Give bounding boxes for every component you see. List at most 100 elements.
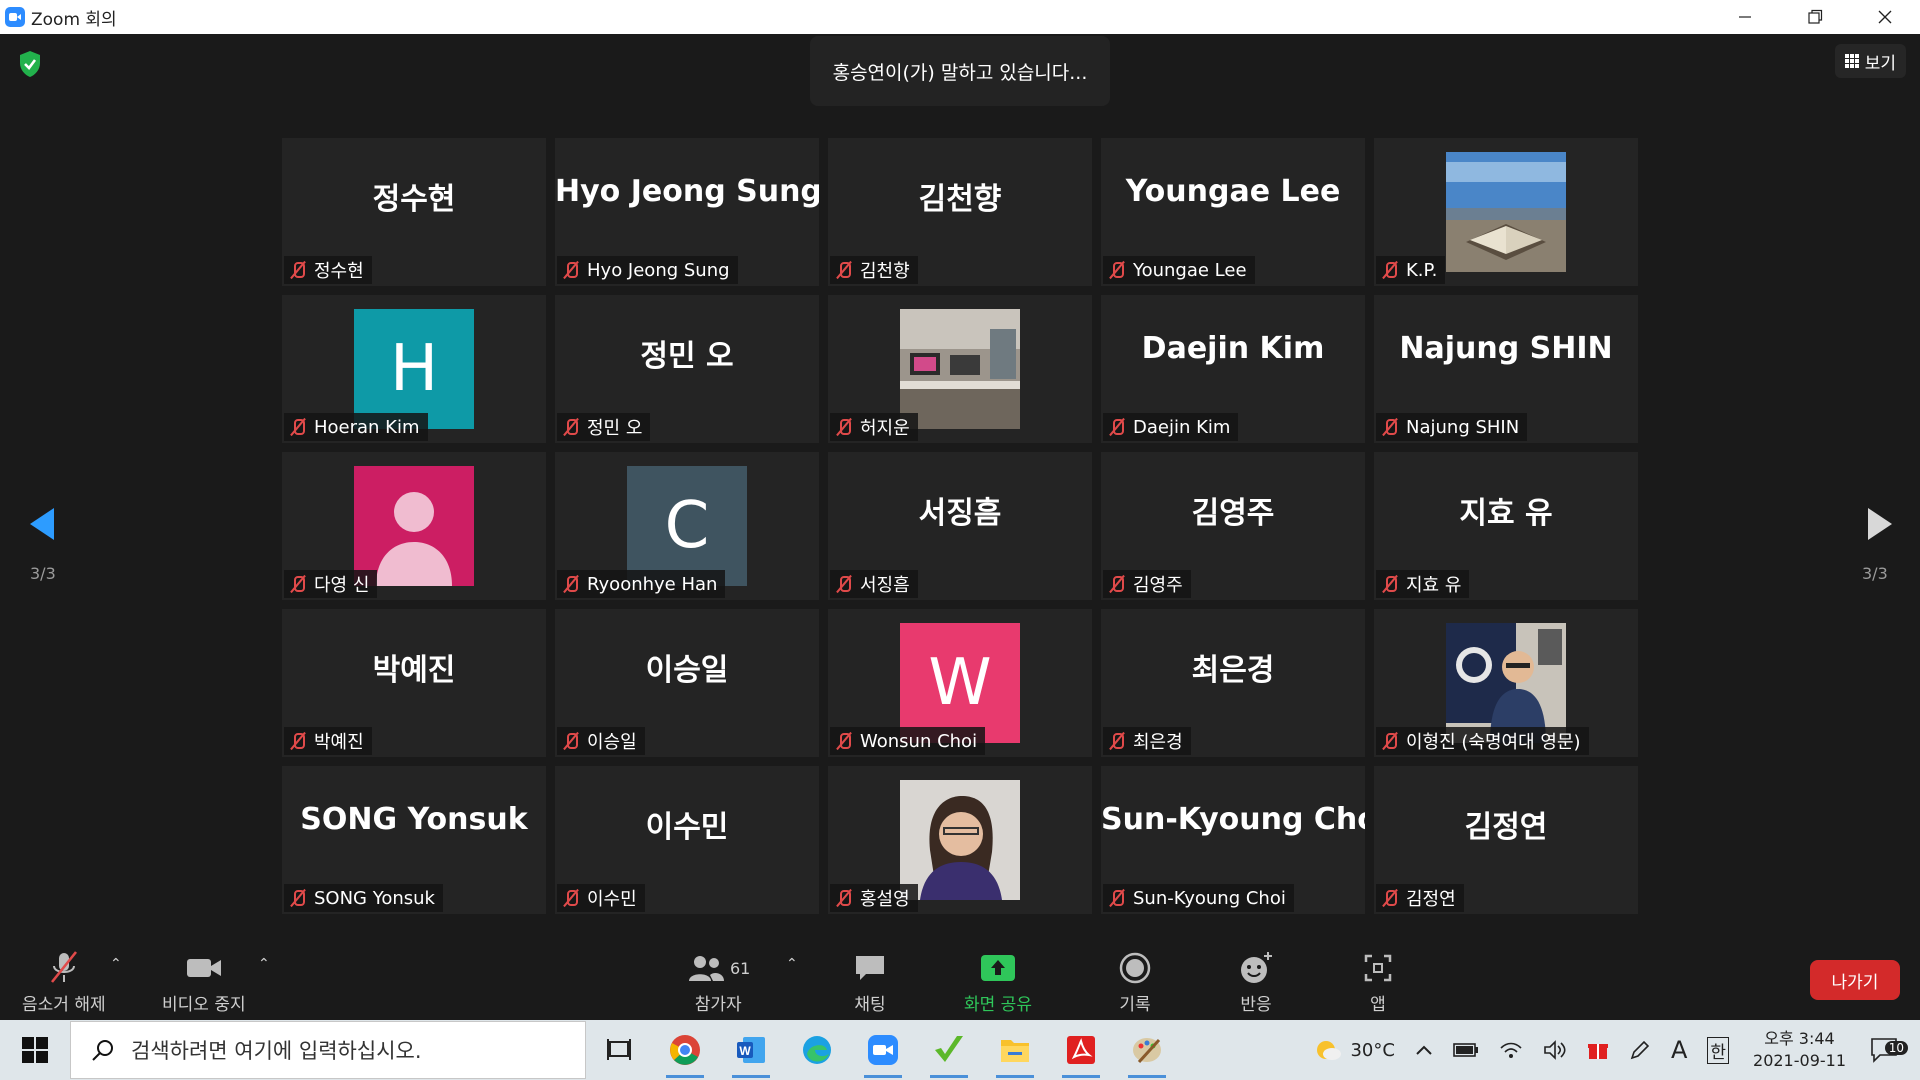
participant-display-name: Sun-Kyoung Choi [1101, 802, 1365, 837]
battery-button[interactable] [1443, 1042, 1489, 1058]
participant-name: 이수민 [587, 889, 637, 910]
participant-tile[interactable]: 이수민 이수민 [555, 766, 819, 914]
participant-tile[interactable]: 홍설영 [828, 766, 1092, 914]
pen-button[interactable] [1619, 1039, 1661, 1061]
mic-muted-icon [1107, 731, 1127, 751]
chat-button[interactable]: 채팅 [852, 946, 888, 1015]
participant-tile[interactable]: W Wonsun Choi [828, 609, 1092, 757]
notification-center-button[interactable]: 10 [1860, 1037, 1920, 1063]
volume-button[interactable] [1533, 1040, 1577, 1060]
page-indicator-right: 3/3 [1862, 564, 1888, 583]
participant-display-name: 서징흠 [918, 496, 1002, 531]
taskbar-chrome[interactable] [652, 1020, 718, 1080]
reactions-button[interactable]: 반응 [1238, 946, 1274, 1015]
apps-icon [1364, 954, 1392, 982]
video-options-caret-icon[interactable]: ⌃ [258, 956, 270, 972]
participant-tile[interactable]: 김영주 김영주 [1101, 452, 1365, 600]
participant-tile[interactable]: K.P. [1374, 138, 1638, 286]
task-view-button[interactable] [586, 1020, 652, 1080]
participant-tile[interactable]: 정수현 정수현 [282, 138, 546, 286]
ime-mode-a[interactable]: A [1661, 1036, 1697, 1064]
taskbar-zoom[interactable] [850, 1020, 916, 1080]
network-button[interactable] [1489, 1040, 1533, 1060]
zoom-app-icon [868, 1035, 898, 1065]
avatar: H [354, 309, 474, 429]
participant-tile[interactable]: 정민 오 정민 오 [555, 295, 819, 443]
participant-name-label: 지효 유 [1376, 570, 1470, 598]
stop-video-button[interactable]: 비디오 중지 [162, 946, 246, 1015]
participant-tile[interactable]: 허지운 [828, 295, 1092, 443]
participant-name: Youngae Lee [1133, 259, 1247, 281]
apps-button[interactable]: 앱 [1362, 946, 1394, 1015]
show-hidden-icons-button[interactable] [1405, 1044, 1443, 1056]
taskbar-paint[interactable] [1114, 1020, 1180, 1080]
taskbar-file-explorer[interactable] [982, 1020, 1048, 1080]
share-screen-label: 화면 공유 [964, 995, 1032, 1015]
next-page-arrow-icon[interactable] [1858, 504, 1898, 544]
participant-tile[interactable]: Youngae Lee Youngae Lee [1101, 138, 1365, 286]
participant-tile[interactable]: C Ryoonhye Han [555, 452, 819, 600]
office-tray-button[interactable] [1577, 1039, 1619, 1061]
participant-tile[interactable]: 최은경 최은경 [1101, 609, 1365, 757]
participant-tile[interactable]: H Hoeran Kim [282, 295, 546, 443]
participant-tile[interactable]: 김천향 김천향 [828, 138, 1092, 286]
taskbar-search-box[interactable]: 검색하려면 여기에 입력하십시오. [70, 1021, 586, 1079]
participant-tile[interactable]: 박예진 박예진 [282, 609, 546, 757]
participant-tile[interactable]: 이형진 (숙명여대 영문) [1374, 609, 1638, 757]
share-screen-button[interactable]: 화면 공유 [964, 946, 1032, 1015]
minimize-button[interactable] [1710, 0, 1780, 34]
participant-name: 김영주 [1133, 575, 1183, 596]
participant-name-label: Daejin Kim [1103, 413, 1239, 441]
close-button[interactable] [1850, 0, 1920, 34]
taskbar-word[interactable]: W [718, 1020, 784, 1080]
participant-name-label: 이형진 (숙명여대 영문) [1376, 727, 1589, 755]
taskbar-clock[interactable]: 오후 3:44 2021-09-11 [1739, 1028, 1860, 1072]
taskbar-edge[interactable] [784, 1020, 850, 1080]
participant-display-name: SONG Yonsuk [300, 802, 528, 837]
participant-tile[interactable]: Najung SHIN Najung SHIN [1374, 295, 1638, 443]
participant-tile[interactable]: 서징흠 서징흠 [828, 452, 1092, 600]
audio-options-caret-icon[interactable]: ⌃ [110, 956, 122, 972]
security-shield-icon[interactable] [18, 50, 42, 78]
participant-name-label: Ryoonhye Han [557, 570, 726, 598]
participant-tile[interactable]: SONG Yonsuk SONG Yonsuk [282, 766, 546, 914]
record-button[interactable]: 기록 [1118, 946, 1152, 1015]
participant-tile[interactable]: 지효 유 지효 유 [1374, 452, 1638, 600]
participant-display-name: 정민 오 [640, 339, 734, 374]
leave-meeting-button[interactable]: 나가기 [1810, 960, 1900, 1000]
participant-display-name: 김영주 [1191, 496, 1275, 531]
ime-mode-han[interactable]: 한 [1697, 1036, 1739, 1064]
unmute-button[interactable]: 음소거 해제 [22, 946, 106, 1015]
participant-tile[interactable]: Daejin Kim Daejin Kim [1101, 295, 1365, 443]
edge-icon [803, 1036, 831, 1064]
participant-display-name: 박예진 [372, 653, 456, 688]
participant-tile[interactable]: Hyo Jeong Sung Hyo Jeong Sung [555, 138, 819, 286]
participants-button[interactable]: 61 참가자 [686, 946, 750, 1015]
participant-tile[interactable]: 이승일 이승일 [555, 609, 819, 757]
search-icon [92, 1040, 113, 1061]
participant-name-label: SONG Yonsuk [284, 884, 443, 912]
start-button[interactable] [0, 1020, 70, 1080]
participant-name: 박예진 [314, 732, 364, 753]
view-button[interactable]: 보기 [1834, 44, 1906, 78]
taskbar-check-app[interactable] [916, 1020, 982, 1080]
grid-view-icon [1844, 54, 1859, 68]
windows-logo-icon [22, 1037, 48, 1063]
taskbar-acrobat[interactable] [1048, 1020, 1114, 1080]
participants-options-caret-icon[interactable]: ⌃ [786, 956, 798, 972]
previous-page-arrow-icon[interactable] [24, 504, 64, 544]
participant-name-label: Hoeran Kim [284, 413, 428, 441]
avatar: W [900, 623, 1020, 743]
search-placeholder: 검색하려면 여기에 입력하십시오. [131, 1039, 422, 1063]
participant-tile[interactable]: 다영 신 [282, 452, 546, 600]
participant-tile[interactable]: Sun-Kyoung Choi Sun-Kyoung Choi [1101, 766, 1365, 914]
participant-name: Hyo Jeong Sung [587, 259, 730, 281]
page-indicator-left: 3/3 [30, 564, 56, 583]
participant-tile[interactable]: 김정연 김정연 [1374, 766, 1638, 914]
participant-name: Daejin Kim [1133, 416, 1231, 438]
seaside-book-photo [1446, 152, 1566, 272]
weather-widget[interactable]: 30°C [1304, 1038, 1404, 1062]
restore-button[interactable] [1780, 0, 1850, 34]
participant-name-label: 이수민 [557, 884, 645, 912]
avatar: C [627, 466, 747, 586]
